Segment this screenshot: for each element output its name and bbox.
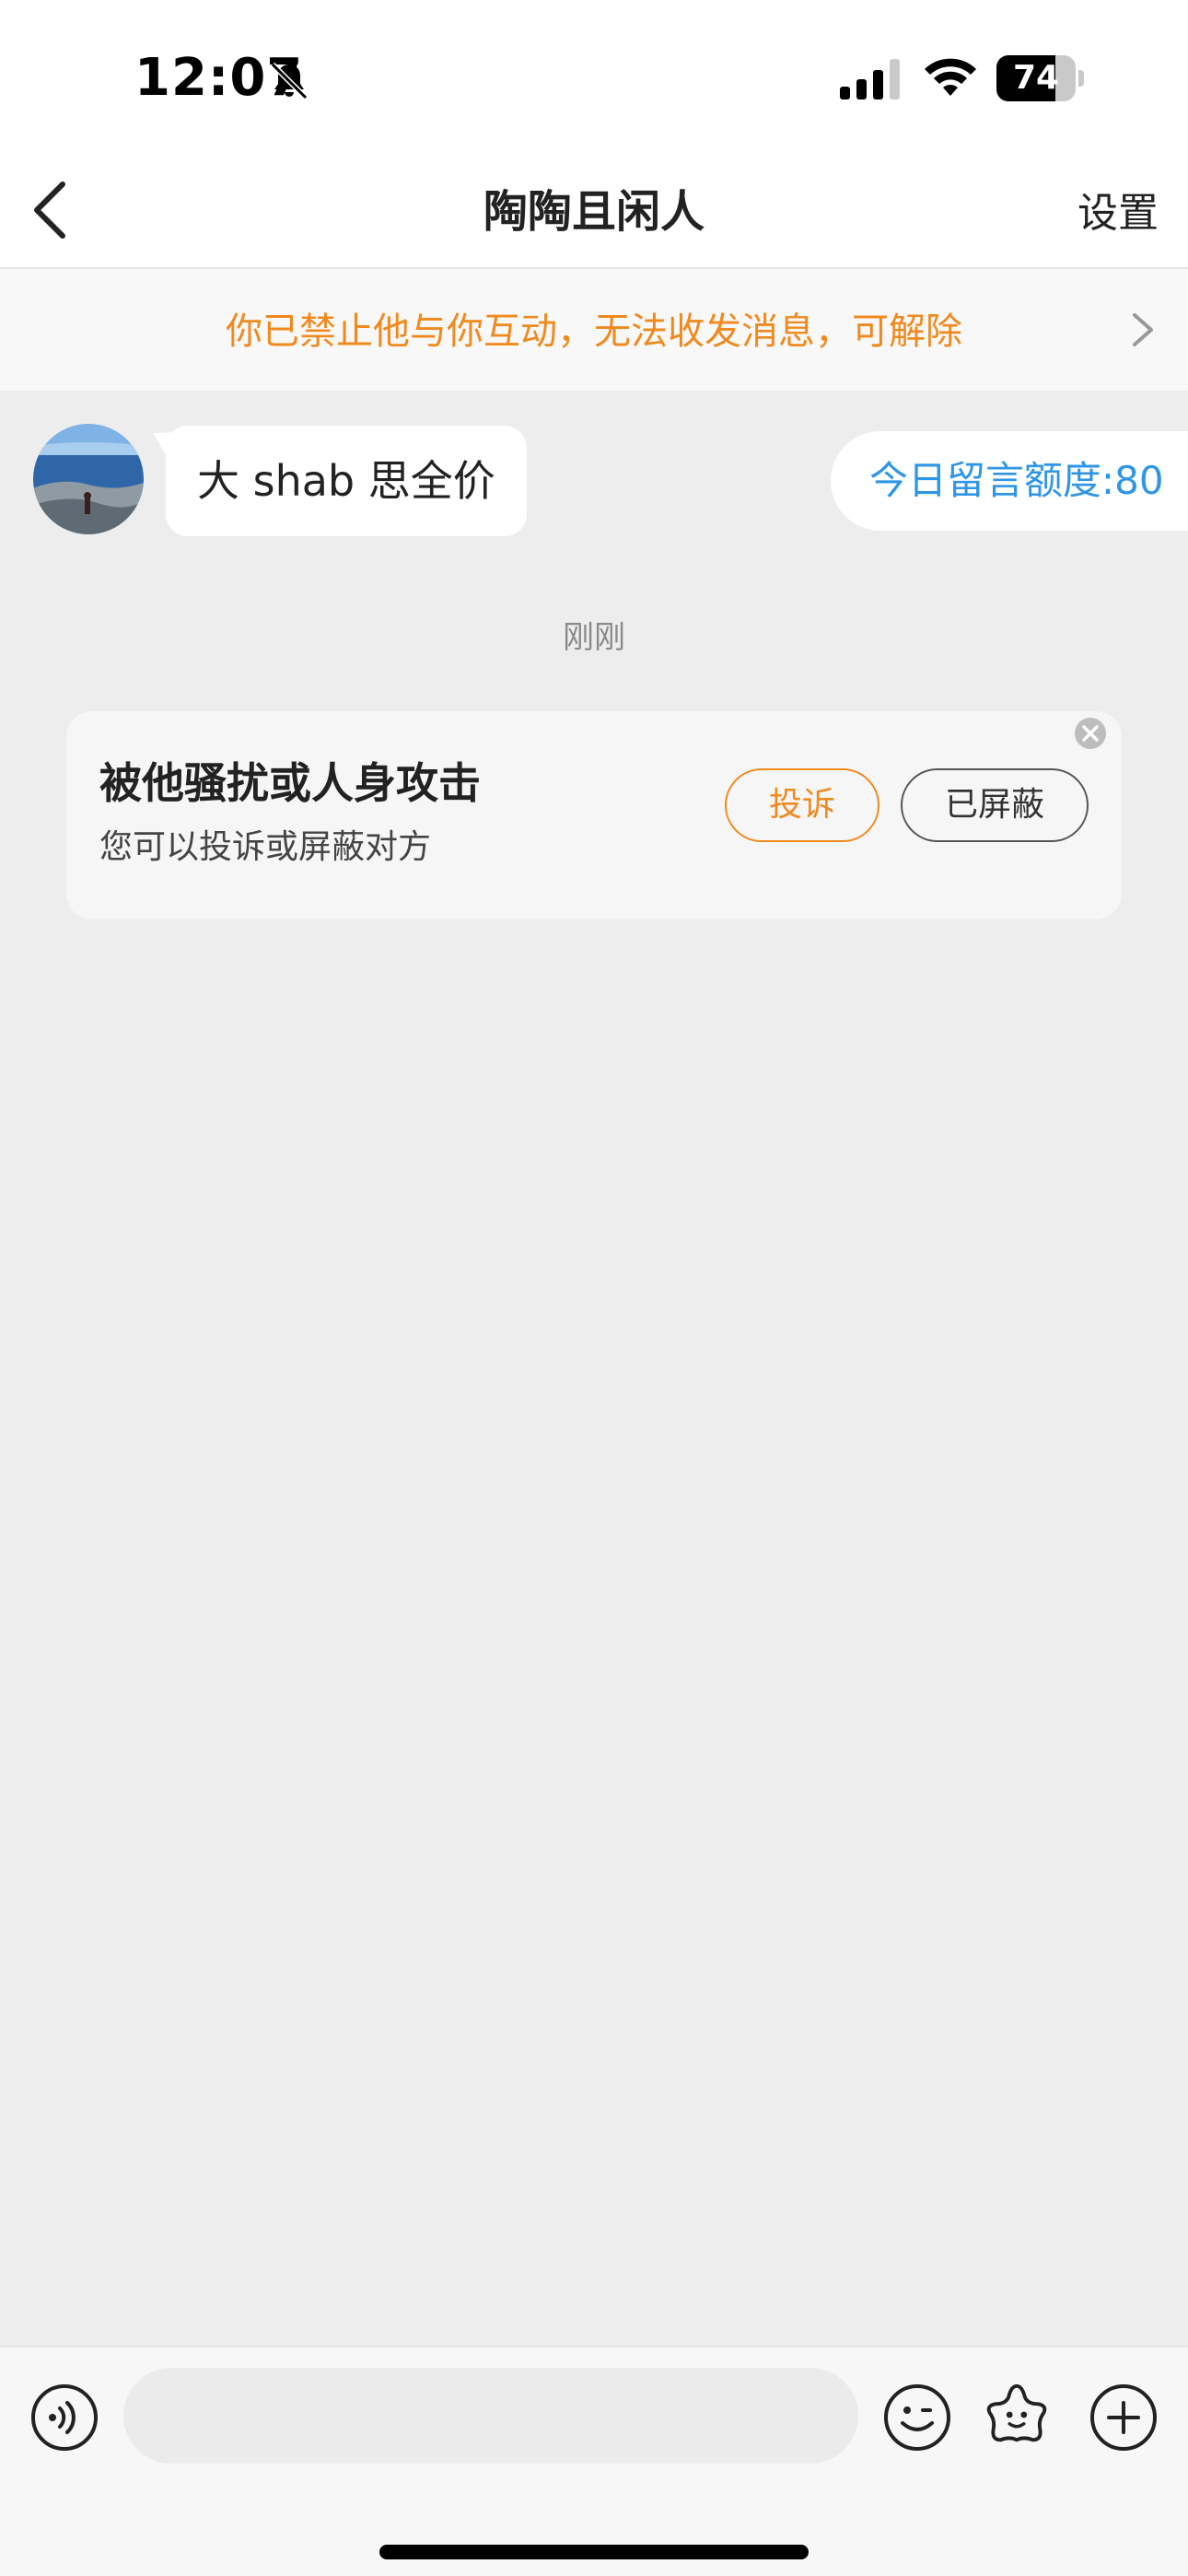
report-button[interactable]: 投诉 [725, 768, 879, 842]
quota-label: 今日留言额度:80 [869, 458, 1164, 503]
sticker-icon[interactable] [982, 2381, 1052, 2451]
bell-slash-icon [270, 62, 309, 100]
block-notice-text: 你已禁止他与你互动，无法收发消息，可解除 [226, 310, 962, 353]
message-bubble[interactable]: 大 shab 思全价 [166, 426, 527, 536]
harassment-card: 被他骚扰或人身攻击 您可以投诉或屏蔽对方 投诉 已屏蔽 [66, 711, 1122, 919]
plus-icon[interactable] [1089, 2383, 1159, 2453]
home-indicator [379, 2545, 809, 2559]
voice-icon[interactable] [29, 2383, 99, 2453]
card-subtitle: 您可以投诉或屏蔽对方 [99, 828, 432, 866]
input-bar [0, 2346, 1188, 2576]
settings-button[interactable]: 设置 [1077, 157, 1159, 267]
chevron-right-icon [1133, 313, 1153, 346]
block-notice-banner[interactable]: 你已禁止他与你互动，无法收发消息，可解除 [0, 269, 1188, 391]
blocked-button[interactable]: 已屏蔽 [901, 768, 1089, 842]
chat-area: 大 shab 思全价 今日留言额度:80 刚刚 被他骚扰或人身攻击 您可以投诉或… [0, 391, 1188, 2346]
close-icon[interactable] [1074, 717, 1107, 750]
signal-icon [840, 59, 900, 100]
nav-bar: 陶陶且闲人 设置 [0, 157, 1188, 269]
timestamp: 刚刚 [563, 619, 625, 656]
avatar[interactable] [33, 424, 144, 534]
emoji-icon[interactable] [882, 2383, 952, 2453]
status-bar: 12:07 74 [0, 0, 1188, 157]
card-title: 被他骚扰或人身攻击 [99, 758, 481, 808]
battery-icon: 74 [996, 55, 1085, 101]
quota-pill: 今日留言额度:80 [831, 431, 1188, 531]
message-input[interactable] [123, 2368, 858, 2464]
battery-level: 74 [1012, 59, 1060, 97]
wifi-icon [925, 58, 976, 96]
page-title: 陶陶且闲人 [483, 186, 705, 238]
